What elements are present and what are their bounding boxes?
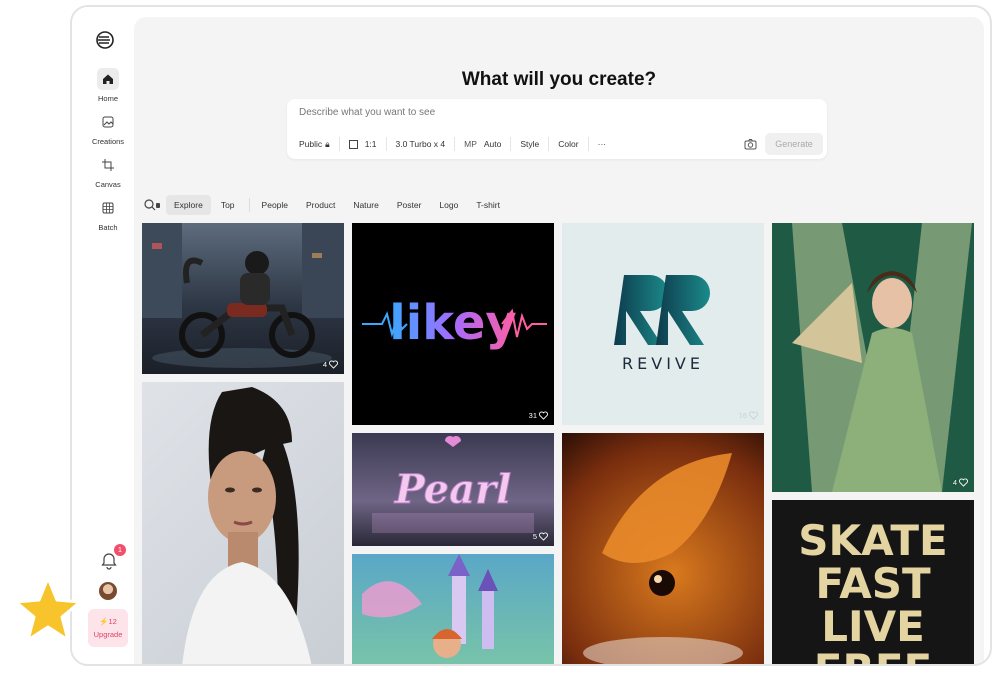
decorative-star-icon: [14, 576, 82, 642]
visibility-label: Public: [299, 139, 323, 149]
prompt-options: Public 🔒︎ 1:1 3.0 Turbo x 4 MP Auto Style …: [299, 137, 606, 151]
square-icon: [348, 139, 358, 149]
style-select[interactable]: Style: [520, 139, 539, 149]
prompt-input[interactable]: [299, 107, 719, 118]
magic-prompt-select[interactable]: MP Auto: [464, 139, 501, 149]
heart-icon: [539, 411, 548, 420]
mp-label: MP: [464, 139, 477, 149]
model-label: 3.0 Turbo x 4: [395, 139, 446, 149]
image-icon: [97, 111, 119, 133]
notification-badge: 1: [114, 544, 126, 556]
pearl-image: Pearl: [372, 436, 534, 533]
sidebar-item-label: Home: [97, 94, 118, 103]
heart-icon: [539, 532, 548, 541]
likey-logo-image: likey: [362, 295, 547, 351]
gallery-item[interactable]: Pearl 5: [352, 433, 554, 546]
generate-button[interactable]: Generate: [765, 133, 823, 155]
more-options-button[interactable]: ···: [598, 139, 607, 149]
tab-poster[interactable]: Poster: [389, 195, 430, 215]
fairy-castle-image: [362, 554, 498, 658]
like-count[interactable]: 5: [533, 532, 548, 541]
ratio-label: 1:1: [364, 139, 377, 149]
tab-logo[interactable]: Logo: [431, 195, 466, 215]
color-select[interactable]: Color: [558, 139, 578, 149]
aspect-ratio-select[interactable]: 1:1: [348, 139, 377, 149]
gallery-item[interactable]: [142, 382, 344, 664]
tab-explore[interactable]: Explore: [166, 195, 211, 215]
gallery-item[interactable]: [352, 554, 554, 664]
sidebar: Home Creations Canvas Batch 1 ⚡12 Upgrad…: [72, 7, 134, 664]
sidebar-item-canvas[interactable]: Canvas: [78, 154, 138, 189]
more-label: ···: [597, 139, 607, 149]
sidebar-item-batch[interactable]: Batch: [78, 197, 138, 232]
like-count[interactable]: 16: [739, 411, 758, 420]
model-select[interactable]: 3.0 Turbo x 4: [396, 139, 446, 149]
crop-icon: [97, 154, 119, 176]
upgrade-button[interactable]: ⚡12 Upgrade: [88, 609, 128, 647]
upgrade-label: Upgrade: [93, 630, 123, 639]
prompt-box: Public🔒︎ 1:1 3.0 Turbo x 4 MPAuto Style …: [287, 99, 827, 159]
app-window: Home Creations Canvas Batch 1 ⚡12 Upgrad…: [70, 5, 992, 666]
sidebar-item-home[interactable]: Home: [78, 68, 138, 103]
filter-tabs: Explore Top People Product Nature Poster…: [142, 195, 510, 215]
sidebar-item-label: Batch: [98, 223, 118, 232]
visibility-toggle[interactable]: Public 🔒︎: [299, 139, 330, 150]
main-content: What will you create? Public🔒︎ 1:1 3.0 T…: [134, 17, 984, 666]
portrait-image: [182, 387, 312, 664]
vintage-woman-image: [792, 223, 972, 492]
sidebar-item-creations[interactable]: Creations: [78, 111, 138, 146]
revive-text: REVIVE: [622, 354, 704, 373]
revive-logo-image: REVIVE: [614, 275, 710, 373]
tab-top[interactable]: Top: [213, 195, 243, 215]
lock-icon: 🔒︎: [325, 138, 330, 149]
likey-text: likey: [389, 295, 516, 351]
page-title: What will you create?: [461, 69, 657, 90]
home-icon: [97, 68, 119, 90]
heart-icon: [959, 478, 968, 487]
tab-people[interactable]: People: [254, 195, 296, 215]
gallery-item[interactable]: SKATE FAST LIVE FREE: [772, 500, 974, 666]
search-icon[interactable]: [142, 197, 162, 213]
free-text: FREE: [814, 645, 932, 666]
gallery-item[interactable]: [562, 433, 764, 664]
live-text: LIVE: [821, 602, 925, 651]
sidebar-item-label: Canvas: [95, 180, 121, 189]
credits-count: 12: [108, 617, 117, 626]
camera-icon[interactable]: [744, 138, 757, 150]
color-label: Color: [558, 139, 579, 149]
skate-text: SKATE: [798, 516, 947, 565]
like-count[interactable]: 4: [323, 360, 338, 369]
orange-leaf-image: [583, 453, 743, 664]
avatar[interactable]: [99, 582, 117, 600]
mp-value: Auto: [483, 139, 502, 149]
skate-poster-image: SKATE FAST LIVE FREE: [798, 516, 947, 666]
heart-icon: [749, 411, 758, 420]
brand-logo-icon[interactable]: [94, 29, 116, 51]
heart-icon: [329, 360, 338, 369]
gallery-item[interactable]: REVIVE 16: [562, 223, 764, 425]
like-count[interactable]: 4: [953, 478, 968, 487]
gallery-item[interactable]: 4: [142, 223, 344, 374]
gallery-item[interactable]: 4: [772, 223, 974, 492]
grid-icon: [97, 197, 119, 219]
like-count[interactable]: 31: [529, 411, 548, 420]
tab-nature[interactable]: Nature: [345, 195, 387, 215]
style-label: Style: [520, 139, 540, 149]
sidebar-item-label: Creations: [91, 137, 125, 146]
gallery-item[interactable]: likey 31: [352, 223, 554, 425]
tab-tshirt[interactable]: T-shirt: [468, 195, 508, 215]
lightning-icon: ⚡: [99, 617, 109, 626]
fast-text: FAST: [815, 559, 931, 608]
pearl-text: Pearl: [394, 466, 512, 513]
motorcycle-image: [142, 223, 344, 368]
tab-product[interactable]: Product: [298, 195, 343, 215]
